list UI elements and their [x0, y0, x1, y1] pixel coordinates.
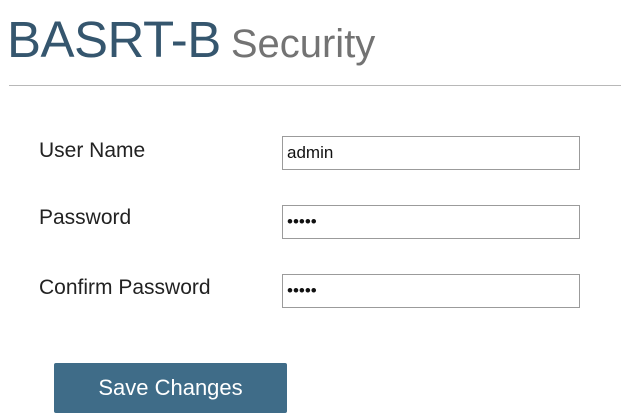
confirm-password-input[interactable] — [282, 274, 580, 308]
password-input[interactable] — [282, 205, 580, 239]
confirm-password-label: Confirm Password — [39, 276, 211, 299]
user-name-label: User Name — [39, 139, 146, 162]
device-name: BASRT-B — [7, 11, 221, 68]
page-title: Security — [230, 22, 376, 66]
user-name-input[interactable] — [282, 136, 580, 170]
page-header: BASRT-B Security — [7, 14, 375, 65]
save-changes-button[interactable]: Save Changes — [54, 363, 287, 413]
header-divider — [9, 85, 621, 86]
password-label: Password — [39, 206, 132, 229]
